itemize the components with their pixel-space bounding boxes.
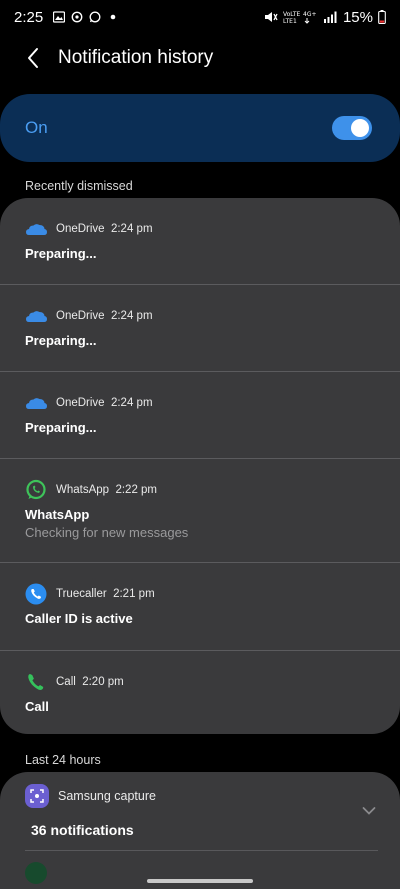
section-header-recently-dismissed: Recently dismissed xyxy=(25,179,133,193)
notification-item-onedrive[interactable]: OneDrive 2:24 pm Preparing... xyxy=(0,372,400,459)
notification-bundle-samsung-capture[interactable]: Samsung capture 36 notifications xyxy=(0,772,400,889)
notification-meta: OneDrive 2:24 pm xyxy=(56,397,153,409)
notification-meta: OneDrive 2:24 pm xyxy=(56,223,153,235)
notification-item-whatsapp[interactable]: WhatsApp 2:22 pm WhatsApp Checking for n… xyxy=(0,459,400,563)
svg-text:4G+: 4G+ xyxy=(303,11,317,18)
phone-call-icon xyxy=(28,674,44,691)
toggle-knob xyxy=(351,119,369,137)
notification-meta: Call 2:20 pm xyxy=(56,676,124,688)
chevron-down-icon[interactable] xyxy=(362,806,376,816)
svg-text:LTE1: LTE1 xyxy=(283,18,297,24)
gallery-icon xyxy=(53,11,66,23)
onedrive-cloud-icon xyxy=(26,398,47,409)
notification-meta: OneDrive 2:24 pm xyxy=(56,310,153,322)
notification-item-truecaller[interactable]: Truecaller 2:21 pm Caller ID is active xyxy=(0,563,400,651)
divider xyxy=(25,850,378,851)
gesture-navigation-handle[interactable] xyxy=(147,879,253,883)
last-24-hours-list: Samsung capture 36 notifications xyxy=(0,772,400,889)
bundle-count: 36 notifications xyxy=(31,822,134,838)
onedrive-cloud-icon xyxy=(26,224,47,235)
notification-title: Call xyxy=(25,699,49,714)
battery-icon xyxy=(378,10,386,24)
toggle-switch[interactable] xyxy=(332,116,372,140)
status-time: 2:25 xyxy=(14,8,44,26)
whatsapp-status-icon xyxy=(89,11,101,23)
samsung-capture-icon xyxy=(25,784,49,808)
back-arrow-icon[interactable] xyxy=(22,46,46,70)
mute-icon xyxy=(264,12,278,22)
notification-text: Checking for new messages xyxy=(25,525,189,540)
onedrive-cloud-icon xyxy=(26,311,47,322)
section-header-last-24-hours: Last 24 hours xyxy=(25,753,101,767)
whatsapp-icon xyxy=(26,479,46,500)
network-volte-icon: VoLTE LTE1 4G+ xyxy=(283,11,317,24)
truecaller-phone-icon xyxy=(25,583,47,605)
notification-title: Preparing... xyxy=(25,333,97,348)
notification-item-call[interactable]: Call 2:20 pm Call xyxy=(0,651,400,734)
notification-title: Preparing... xyxy=(25,246,97,261)
more-dot-icon xyxy=(110,14,116,20)
signal-icon xyxy=(323,11,337,23)
page-title: Notification history xyxy=(58,47,214,68)
status-bar: 2:25 VoLTE LTE1 4G+ 15% xyxy=(0,0,400,34)
svg-text:VoLTE: VoLTE xyxy=(283,11,300,18)
notification-meta: WhatsApp 2:22 pm xyxy=(56,484,158,496)
notification-history-toggle[interactable]: On xyxy=(0,94,400,162)
app-icon-partial xyxy=(25,862,47,884)
battery-percent: 15% xyxy=(342,8,373,26)
notification-title: WhatsApp xyxy=(25,507,90,522)
notification-title: Caller ID is active xyxy=(25,611,133,626)
toggle-label: On xyxy=(25,118,48,137)
sync-icon xyxy=(71,11,83,23)
bundle-app-name: Samsung capture xyxy=(58,789,156,803)
notification-meta: Truecaller 2:21 pm xyxy=(56,588,155,600)
notification-item-onedrive[interactable]: OneDrive 2:24 pm Preparing... xyxy=(0,285,400,372)
notification-title: Preparing... xyxy=(25,420,97,435)
app-bar: Notification history xyxy=(0,36,400,80)
notification-item-onedrive[interactable]: OneDrive 2:24 pm Preparing... xyxy=(0,198,400,285)
recently-dismissed-list: OneDrive 2:24 pm Preparing... OneDrive 2… xyxy=(0,198,400,734)
